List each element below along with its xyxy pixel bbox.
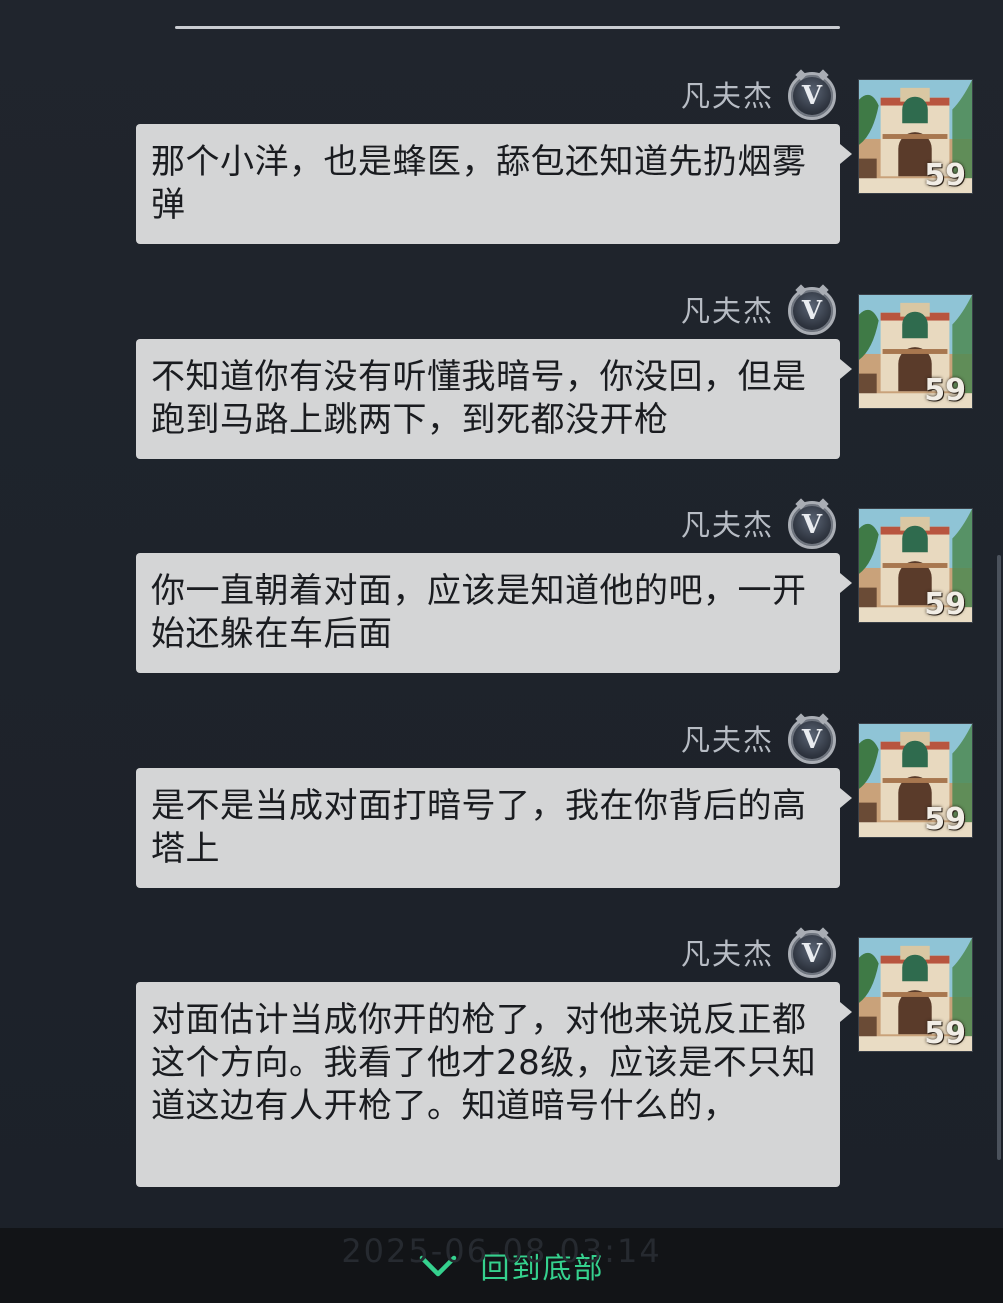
vip-badge-icon: V [788,501,836,549]
sender-row: 凡夫杰 V [681,716,836,764]
avatar-level: 59 [924,158,966,193]
vip-badge-icon: V [788,287,836,335]
sender-row: 凡夫杰 V [681,930,836,978]
sender-name: 凡夫杰 [680,293,774,328]
top-divider [175,26,840,29]
message-bubble[interactable]: 是不是当成对面打暗号了，我在你背后的高塔上 [136,768,852,888]
message-bubble[interactable]: 对面估计当成你开的枪了，对他来说反正都这个方向。我看了他才28级，应该是不只知道… [136,982,852,1187]
sender-row: 凡夫杰 V [681,287,836,335]
message-bubble[interactable]: 那个小洋，也是蜂医，舔包还知道先扔烟雾弹 [136,124,852,244]
message-bubble[interactable]: 你一直朝着对面，应该是知道他的吧，一开始还躲在车后面 [136,553,852,673]
vip-badge-icon: V [788,930,836,978]
avatar-level: 59 [924,373,966,408]
avatar-level: 59 [924,802,966,837]
avatar[interactable]: 59 [858,508,973,623]
message-bubble[interactable]: 不知道你有没有听懂我暗号，你没回，但是跑到马路上跳两下，到死都没开枪 [136,339,852,459]
sender-name: 凡夫杰 [680,78,774,113]
avatar[interactable]: 59 [858,294,973,409]
scrollbar-thumb[interactable] [997,555,1001,1160]
vip-badge-icon: V [788,72,836,120]
sender-name: 凡夫杰 [680,722,774,757]
avatar-level: 59 [924,1016,966,1051]
avatar[interactable]: 59 [858,79,973,194]
vip-badge-icon: V [788,716,836,764]
sender-row: 凡夫杰 V [681,501,836,549]
chat-panel[interactable]: 凡夫杰 V 那个小洋，也是蜂医，舔包还知道先扔烟雾弹 59 凡夫杰 V 不知道你… [0,0,1003,1228]
avatar-level: 59 [924,587,966,622]
sender-name: 凡夫杰 [680,936,774,971]
sender-name: 凡夫杰 [680,507,774,542]
sender-row: 凡夫杰 V [681,72,836,120]
avatar[interactable]: 59 [858,723,973,838]
avatar[interactable]: 59 [858,937,973,1052]
timestamp: 2025-06-08 03:14 [341,1232,662,1270]
